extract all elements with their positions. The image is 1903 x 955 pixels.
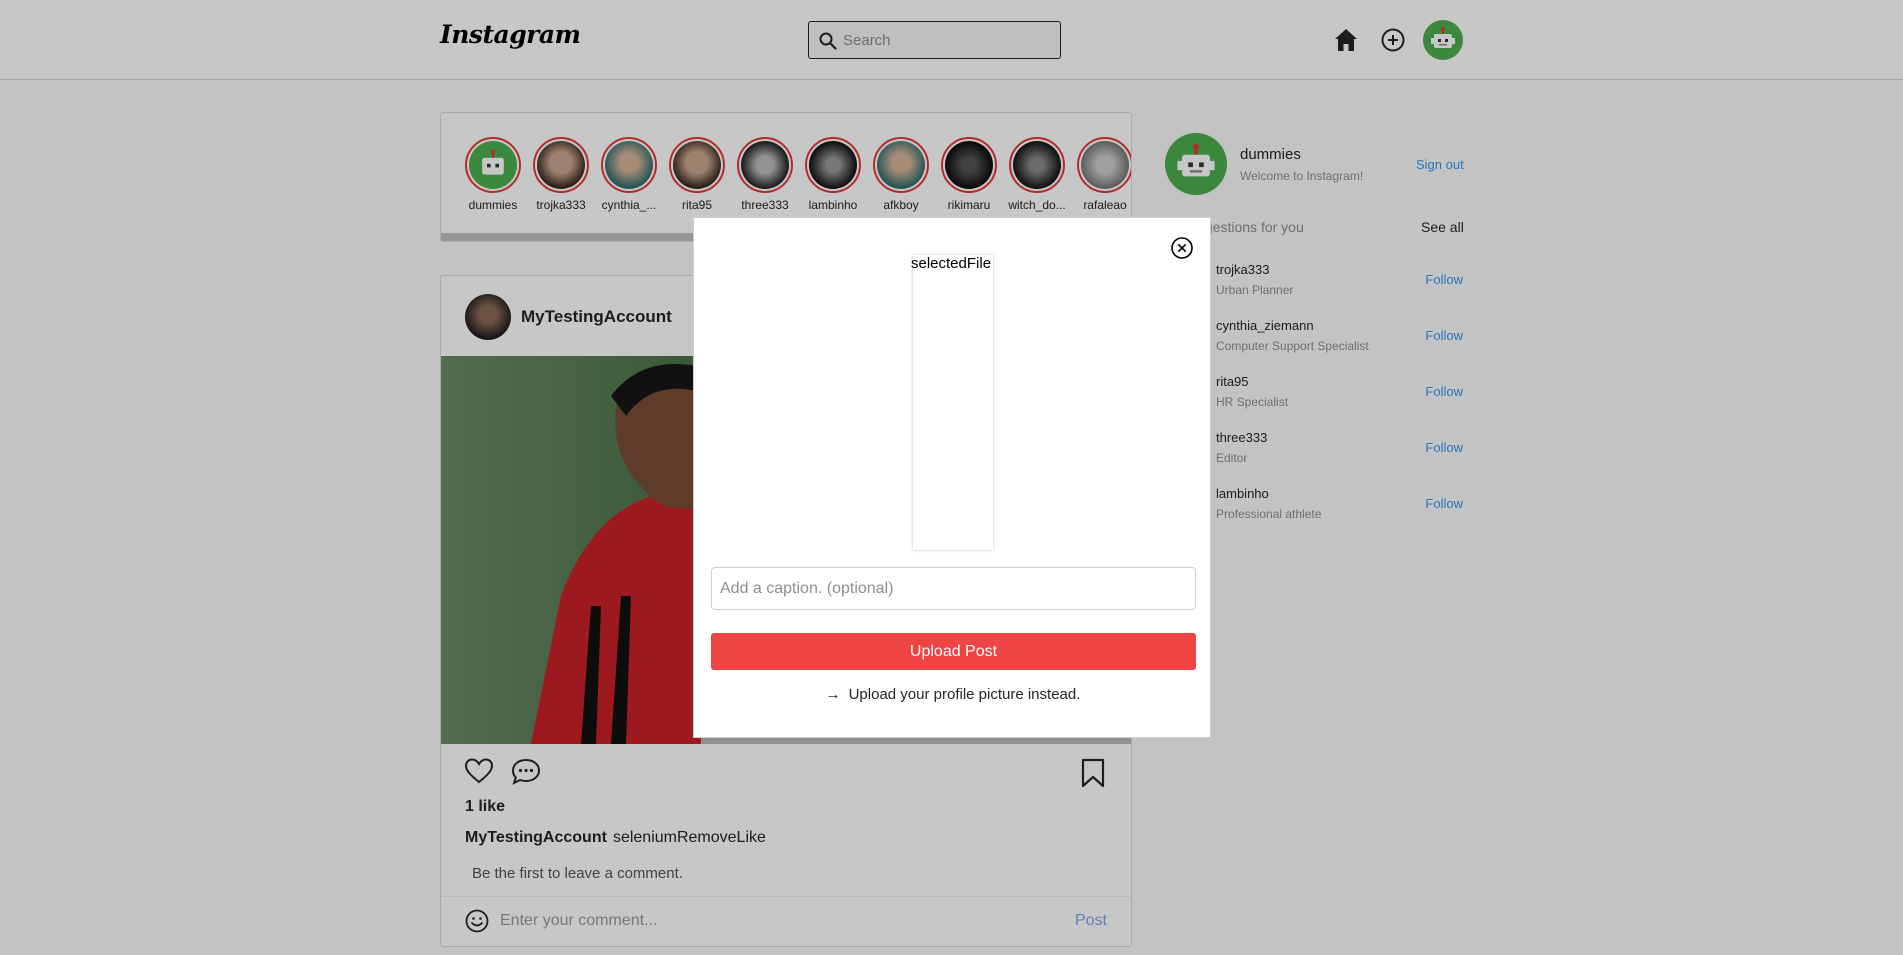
selected-file-preview: selectedFile <box>911 255 993 550</box>
preview-alt-text: selectedFile <box>911 255 992 272</box>
upload-profile-picture-link[interactable]: → Upload your profile picture instead. <box>694 686 1212 703</box>
arrow-right-icon: → <box>825 686 841 703</box>
upload-profile-picture-label: Upload your profile picture instead. <box>848 686 1081 703</box>
upload-post-button[interactable]: Upload Post <box>711 633 1196 670</box>
upload-modal: selectedFile Upload Post → Upload your pr… <box>693 217 1211 738</box>
caption-input[interactable] <box>711 567 1196 610</box>
close-icon[interactable] <box>1170 236 1194 260</box>
